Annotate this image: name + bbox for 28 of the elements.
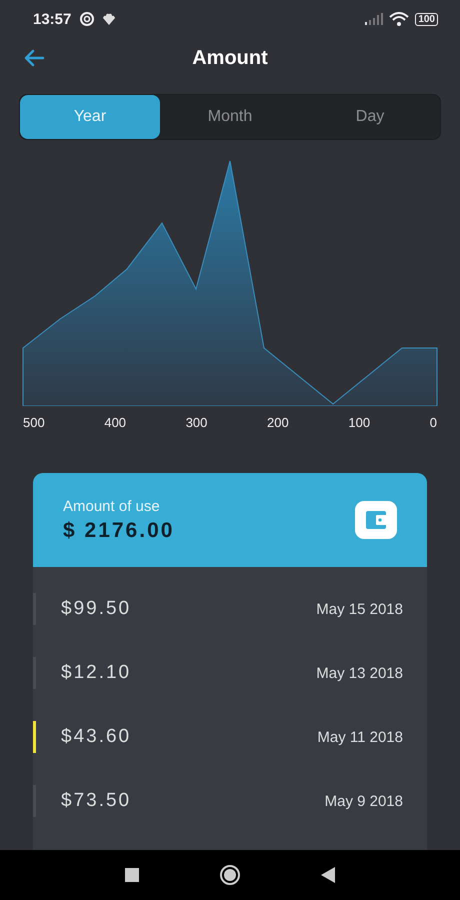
axis-label: 0 [430, 415, 437, 430]
transaction-date: May 13 2018 [316, 664, 403, 682]
battery-indicator: 100 [415, 12, 438, 26]
axis-label: 400 [104, 415, 126, 430]
status-time: 13:57 [33, 10, 72, 28]
wifi-icon [389, 12, 410, 26]
transaction-amount: $12.10 [61, 662, 132, 684]
back-triangle-icon[interactable] [321, 867, 335, 883]
signal-icon [365, 13, 384, 25]
transaction-date: May 11 2018 [317, 728, 403, 746]
period-tab[interactable]: Day [300, 95, 440, 139]
summary-label: Amount of use [63, 498, 161, 514]
home-circle-icon[interactable] [219, 864, 241, 886]
axis-label: 200 [267, 415, 289, 430]
axis-label: 500 [23, 415, 45, 430]
summary-total: $ 2176.00 [63, 518, 174, 542]
transaction-amount: $73.50 [61, 790, 132, 812]
axis-label: 300 [186, 415, 208, 430]
transaction-amount: $43.60 [61, 726, 132, 748]
period-tab[interactable]: Year [20, 95, 160, 139]
page-title: Amount [192, 46, 268, 70]
axis-label: 100 [348, 415, 370, 430]
transaction-date: May 9 2018 [324, 792, 403, 810]
back-arrow-icon[interactable] [23, 49, 45, 67]
transaction-amount: $99.50 [61, 598, 132, 620]
period-tab[interactable]: Month [160, 95, 300, 139]
wallet-icon[interactable] [355, 501, 397, 539]
transaction-date: May 15 2018 [316, 600, 403, 618]
